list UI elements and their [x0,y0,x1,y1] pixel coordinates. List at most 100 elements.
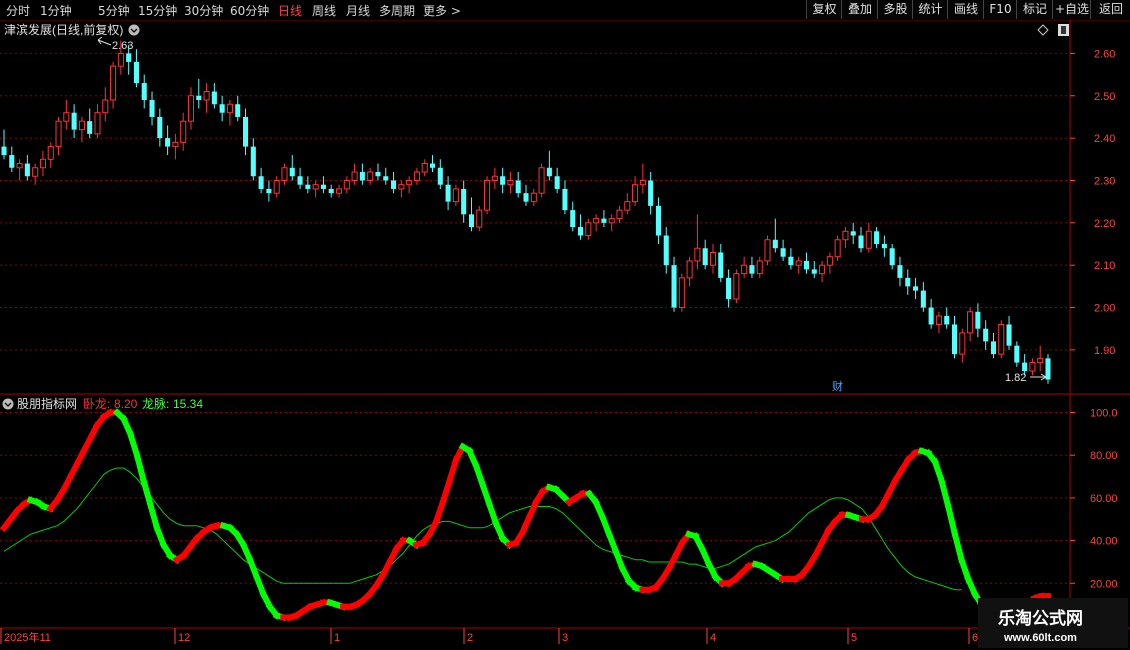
candle-up[interactable] [632,184,639,203]
candle-down[interactable] [1022,362,1028,372]
candle-down[interactable] [468,214,474,228]
candle-up[interactable] [335,188,343,194]
candle-down[interactable] [461,188,467,215]
candle-up[interactable] [935,315,942,325]
candle-up[interactable] [452,188,459,203]
candle-down[interactable] [562,188,568,211]
candle-down[interactable] [149,100,155,117]
candle-up[interactable] [733,273,740,300]
candle-up[interactable] [819,264,826,275]
candle-up[interactable] [795,260,802,266]
candle-up[interactable] [639,179,646,186]
candle-up[interactable] [484,179,491,211]
candle-up[interactable] [616,209,623,220]
candle-down[interactable] [944,316,950,325]
candle-up[interactable] [585,222,592,237]
candle-up[interactable] [507,179,514,186]
candle-up[interactable] [421,163,428,173]
candle-down[interactable] [211,91,217,105]
candle-down[interactable] [648,180,654,206]
candle-down[interactable] [1006,324,1012,346]
candle-down[interactable] [126,53,132,62]
candle-up[interactable] [959,332,966,355]
candle-up[interactable] [998,323,1005,355]
candle-down[interactable] [811,269,817,274]
candle-down[interactable] [297,176,303,185]
candle-down[interactable] [850,231,856,236]
candle-down[interactable] [515,180,521,194]
candle-up[interactable] [678,277,685,309]
candle-down[interactable] [913,286,919,291]
candle-down[interactable] [235,104,241,117]
candle-down[interactable] [663,235,669,266]
candle-up[interactable] [406,179,413,186]
candle-up[interactable] [55,120,62,148]
candle-down[interactable] [87,121,93,134]
candle-down[interactable] [702,248,708,266]
indicator-menu-icon[interactable] [2,398,14,410]
candle-up[interactable] [78,120,85,131]
candle-down[interactable] [375,172,381,177]
candle-down[interactable] [250,146,256,177]
candle-down[interactable] [570,210,576,228]
candle-up[interactable] [351,171,358,181]
candle-up[interactable] [32,167,39,177]
candle-up[interactable] [203,91,210,101]
candle-down[interactable] [289,167,295,177]
candle-up[interactable] [273,179,280,194]
candle-up[interactable] [476,209,483,228]
candle-up[interactable] [1037,357,1044,364]
candle-down[interactable] [24,163,30,177]
candle-up[interactable] [826,256,833,266]
candle-up[interactable] [47,146,54,160]
candle-down[interactable] [889,248,895,266]
candle-down[interactable] [1045,358,1051,380]
candle-down[interactable] [951,324,958,355]
candle-down[interactable] [359,172,365,181]
chevron-down-icon[interactable] [128,24,140,36]
candle-up[interactable] [608,218,615,224]
candle-up[interactable] [312,184,319,190]
candle-down[interactable] [920,290,926,308]
candle-down[interactable] [788,256,794,266]
candle-up[interactable] [63,112,70,122]
candle-down[interactable] [219,104,225,113]
candle-up[interactable] [94,112,101,135]
candle-down[interactable] [258,176,264,189]
candle-up[interactable] [281,167,288,181]
candle-up[interactable] [491,175,498,181]
candle-up[interactable] [764,239,771,262]
candle-down[interactable] [601,218,607,223]
candle-up[interactable] [180,120,187,143]
candle-down[interactable] [928,307,934,325]
candle-up[interactable] [39,158,46,169]
candle-down[interactable] [726,277,732,300]
candle-down[interactable] [874,231,880,244]
candle-up[interactable] [172,141,179,148]
indicator-series[interactable] [0,408,1051,622]
candle-down[interactable] [578,227,584,236]
candle-down[interactable] [990,341,996,355]
candle-down[interactable] [71,112,77,130]
candle-up[interactable] [413,171,420,181]
candle-down[interactable] [383,176,389,181]
candle-up[interactable] [967,311,974,334]
candle-down[interactable] [391,180,397,189]
candle-up[interactable] [842,230,849,241]
candle-down[interactable] [9,155,15,168]
diamond-icon[interactable] [1037,24,1049,36]
candlestick-series[interactable] [1,40,1051,384]
candle-up[interactable] [709,251,717,266]
finance-event-marker[interactable]: 财 [832,379,843,393]
candle-up[interactable] [834,239,841,258]
candle-down[interactable] [242,116,249,147]
candle-up[interactable] [16,163,23,169]
candle-up[interactable] [343,179,350,190]
candle-up[interactable] [226,103,233,114]
candle-down[interactable] [1,146,7,156]
candle-down[interactable] [429,163,436,168]
candle-up[interactable] [110,65,117,101]
candle-up[interactable] [530,192,537,203]
candle-down[interactable] [671,265,677,308]
candle-down[interactable] [1014,345,1020,363]
